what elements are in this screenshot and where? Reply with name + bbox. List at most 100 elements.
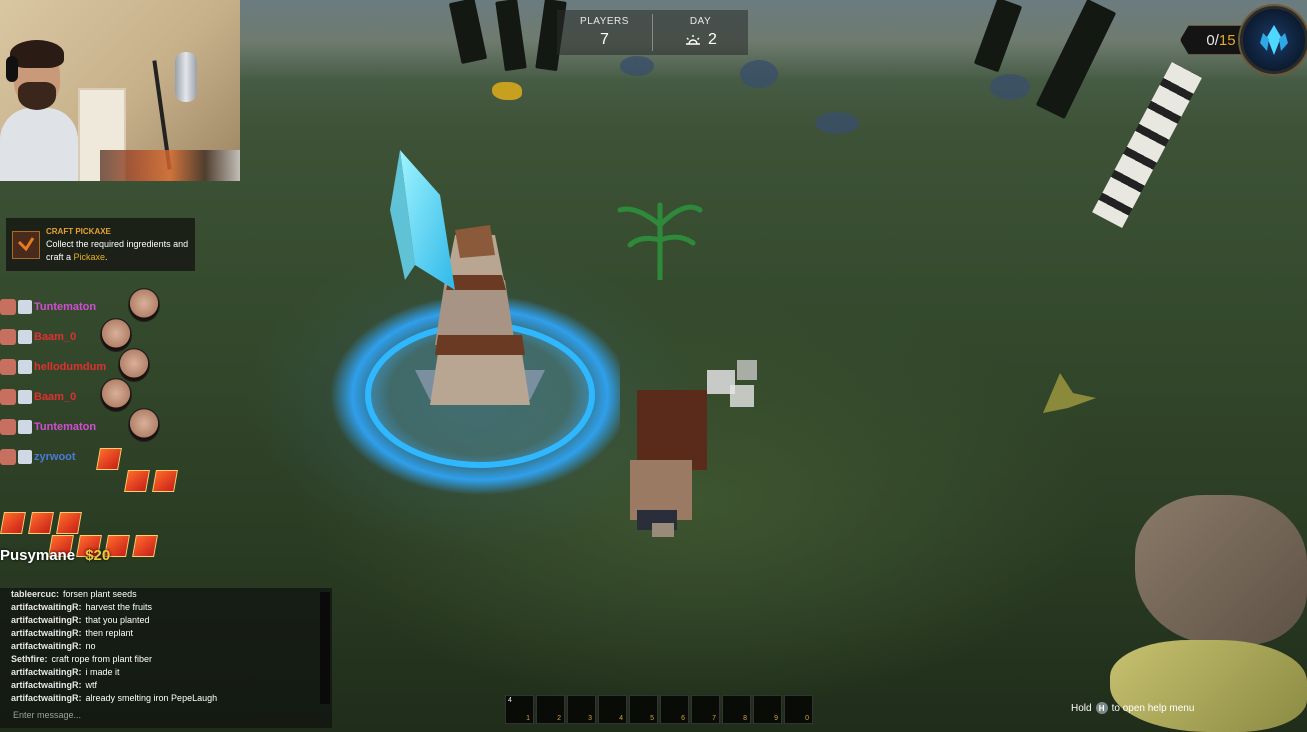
hotbar-slot[interactable]: 9 — [753, 695, 782, 724]
chat-message: artifactwaitingR: wtf — [11, 679, 311, 692]
chat-username[interactable]: artifactwaitingR: — [11, 680, 82, 690]
chat-username[interactable]: Sethfire: — [11, 654, 48, 664]
alert-username: zyrwoot — [34, 451, 76, 463]
alert-username: Tuntematon — [34, 301, 97, 313]
slot-number: 4 — [619, 715, 623, 722]
slot-number: 5 — [650, 715, 654, 722]
hotbar-slot[interactable]: 2 — [536, 695, 565, 724]
quest-title: Craft Pickaxe — [46, 227, 111, 236]
leaf-item — [1043, 373, 1096, 413]
chat-scrollbar[interactable] — [320, 592, 330, 704]
chat-username[interactable]: artifactwaitingR: — [11, 641, 82, 651]
chat-message: artifactwaitingR: i made it — [11, 666, 311, 679]
chat-input[interactable]: Enter message... — [13, 710, 81, 720]
emote-face — [100, 378, 132, 412]
chat-username[interactable]: artifactwaitingR: — [11, 667, 82, 677]
chat-message: artifactwaitingR: already smelting iron P… — [11, 692, 311, 705]
slot-number: 9 — [774, 715, 778, 722]
webcam-overlay — [0, 0, 240, 181]
game-viewport[interactable]: PLAYERS 7 DAY 2 0/15 CRAFT PICKAXE Colle… — [0, 0, 1307, 732]
chat-message: tableercuc: forsen plant seeds — [11, 588, 311, 601]
alert-username: Tuntematon — [34, 421, 97, 433]
hotbar-slot[interactable]: 6 — [660, 695, 689, 724]
hotbar-slot[interactable]: 7 — [691, 695, 720, 724]
headphones — [6, 56, 18, 82]
emote-face — [128, 408, 160, 442]
desk-items — [100, 150, 240, 181]
hotbar-slot[interactable]: 4 — [598, 695, 627, 724]
bush — [990, 74, 1030, 100]
chat-username[interactable]: tableercuc: — [11, 589, 59, 599]
bits-gem-icon — [56, 512, 82, 534]
donor-name: Pusymane — [0, 547, 76, 564]
player-character — [630, 360, 757, 537]
alert-row: Tuntematon — [0, 417, 96, 437]
slot-item-count: 4 — [508, 697, 512, 704]
slot-number: 7 — [712, 715, 716, 722]
alert-username: Baam_0 — [34, 331, 77, 343]
crystal-badge — [1240, 6, 1307, 74]
crystal-counter: 0/15 — [1180, 6, 1307, 74]
hotbar-slot[interactable]: 0 — [784, 695, 813, 724]
help-prefix: Hold — [1071, 702, 1092, 714]
rock — [1110, 640, 1307, 732]
slot-number: 8 — [743, 715, 747, 722]
players-counter: PLAYERS 7 — [557, 10, 652, 55]
chat-text: no — [85, 641, 96, 651]
alert-avatar-icon — [0, 449, 16, 465]
alert-username: Baam_0 — [34, 391, 77, 403]
streamer-body — [0, 108, 78, 181]
slot-number: 1 — [526, 715, 530, 722]
top-hud: PLAYERS 7 DAY 2 — [557, 10, 748, 55]
bits-gem-icon — [124, 470, 150, 492]
alert-row: Baam_0 — [0, 387, 76, 407]
alert-row: Tuntematon — [0, 297, 96, 317]
help-hint: Hold H to open help menu — [1071, 702, 1194, 714]
chat-text: that you planted — [85, 615, 150, 625]
chat-text: i made it — [85, 667, 120, 677]
hotbar-slot[interactable]: 8 — [722, 695, 751, 724]
players-value: 7 — [600, 31, 609, 48]
help-suffix: to open help menu — [1111, 702, 1195, 714]
chat-message: artifactwaitingR: that you planted — [11, 614, 311, 627]
birch-trunk — [1092, 61, 1202, 229]
emote-face — [100, 318, 132, 352]
alert-avatar-icon — [0, 359, 16, 375]
slot-number: 6 — [681, 715, 685, 722]
donation-alert: Pusymane $20 — [0, 547, 110, 564]
hotbar-slot[interactable]: 5 — [629, 695, 658, 724]
chat-messages: tableercuc: forsen plant seeds artifactwai… — [11, 588, 311, 705]
slot-number: 0 — [805, 715, 809, 722]
streamer-beard — [18, 82, 56, 110]
alert-avatar-icon — [0, 419, 16, 435]
rock — [1135, 495, 1307, 645]
chat-username[interactable]: artifactwaitingR: — [11, 615, 82, 625]
slot-number: 2 — [557, 715, 561, 722]
streamer-hair — [10, 40, 64, 68]
chat-message: Sethfire: craft rope from plant fiber — [11, 653, 311, 666]
chat-panel: tableercuc: forsen plant seeds artifactwai… — [0, 588, 332, 728]
bush — [620, 56, 654, 76]
hotbar: 41234567890 — [505, 695, 813, 724]
sub-badge-icon — [18, 390, 32, 404]
hotbar-slot[interactable]: 41 — [505, 695, 534, 724]
chat-username[interactable]: artifactwaitingR: — [11, 628, 82, 638]
emote-face — [118, 348, 150, 382]
chat-username[interactable]: artifactwaitingR: — [11, 602, 82, 612]
players-label: PLAYERS — [580, 16, 629, 27]
alert-row: Baam_0 — [0, 327, 76, 347]
chat-username[interactable]: artifactwaitingR: — [11, 693, 82, 703]
alert-row: zyrwoot — [0, 447, 76, 467]
crystal-shrine[interactable] — [310, 140, 620, 500]
bits-gem-icon — [132, 535, 158, 557]
day-label: DAY — [689, 16, 712, 27]
chat-text: wtf — [85, 680, 98, 690]
help-key-icon: H — [1095, 702, 1108, 714]
chat-message: artifactwaitingR: no — [11, 640, 311, 653]
chat-text: forsen plant seeds — [63, 589, 137, 599]
alert-row: hellodumdum — [0, 357, 106, 377]
microphone — [175, 52, 197, 102]
hotbar-slot[interactable]: 3 — [567, 695, 596, 724]
chat-text: craft rope from plant fiber — [51, 654, 153, 664]
bits-gem-icon — [152, 470, 178, 492]
